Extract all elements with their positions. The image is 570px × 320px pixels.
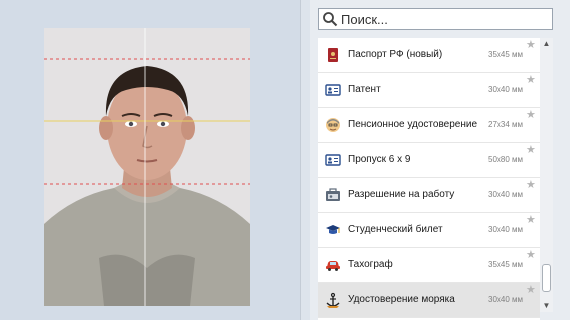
favorite-star-icon[interactable]: ★ (526, 110, 536, 121)
item-size: 27х34 мм (488, 120, 524, 129)
search-icon (323, 12, 338, 27)
list-item[interactable]: Разрешение на работу 30х40 мм ★ (318, 178, 540, 213)
list-item[interactable]: Патент 30х40 мм ★ (318, 73, 540, 108)
item-label: Удостоверение моряка (348, 294, 455, 305)
list-item[interactable]: Пенсионное удостоверение 27х34 мм ★ (318, 108, 540, 143)
list-item[interactable]: Тахограф 35х45 мм ★ (318, 248, 540, 283)
portrait-photo (44, 28, 250, 306)
item-label: Патент (348, 84, 381, 95)
scroll-down-arrow-icon[interactable]: ▼ (540, 300, 553, 312)
favorite-star-icon[interactable]: ★ (526, 40, 536, 51)
list-scrollbar[interactable]: ▲ ▼ (540, 38, 553, 312)
id-card-icon (325, 154, 341, 166)
item-size: 30х40 мм (488, 190, 524, 199)
search-input[interactable] (341, 9, 546, 29)
item-label: Паспорт РФ (новый) (348, 49, 443, 60)
item-label: Студенческий билет (348, 224, 443, 235)
scroll-up-arrow-icon[interactable]: ▲ (540, 38, 553, 50)
graduation-cap-icon (326, 225, 340, 234)
favorite-star-icon[interactable]: ★ (526, 250, 536, 261)
list-item[interactable]: Пропуск 6 x 9 50х80 мм ★ (318, 143, 540, 178)
item-label: Пропуск 6 x 9 (348, 154, 411, 165)
list-item[interactable]: Студенческий билет 30х40 мм ★ (318, 213, 540, 248)
item-size: 35х45 мм (488, 260, 524, 269)
favorite-star-icon[interactable]: ★ (526, 285, 536, 296)
item-size: 30х40 мм (488, 295, 524, 304)
favorite-star-icon[interactable]: ★ (526, 75, 536, 86)
item-size: 30х40 мм (488, 85, 524, 94)
list-item[interactable]: Паспорт РФ (новый) 35х45 мм ★ (318, 38, 540, 73)
elderly-person-icon (326, 118, 340, 132)
anchor-icon (326, 292, 340, 308)
item-label: Разрешение на работу (348, 189, 455, 200)
item-label: Тахограф (348, 259, 393, 270)
item-label: Пенсионное удостоверение (348, 119, 478, 130)
passport-icon (328, 48, 338, 62)
favorite-star-icon[interactable]: ★ (526, 215, 536, 226)
list-item[interactable]: Удостоверение моряка 30х40 мм ★ (318, 283, 540, 318)
item-size: 50х80 мм (488, 155, 524, 164)
search-box[interactable] (318, 8, 553, 30)
item-size: 35х45 мм (488, 50, 524, 59)
photo-preview-pane (0, 0, 300, 320)
favorite-star-icon[interactable]: ★ (526, 145, 536, 156)
car-icon (326, 261, 340, 271)
item-size: 30х40 мм (488, 225, 524, 234)
scroll-thumb[interactable] (542, 264, 551, 292)
id-card-icon (325, 84, 341, 96)
favorite-star-icon[interactable]: ★ (526, 180, 536, 191)
document-list: Паспорт РФ (новый) 35х45 мм ★ Патент 30х… (318, 38, 540, 320)
work-permit-icon (326, 188, 340, 201)
